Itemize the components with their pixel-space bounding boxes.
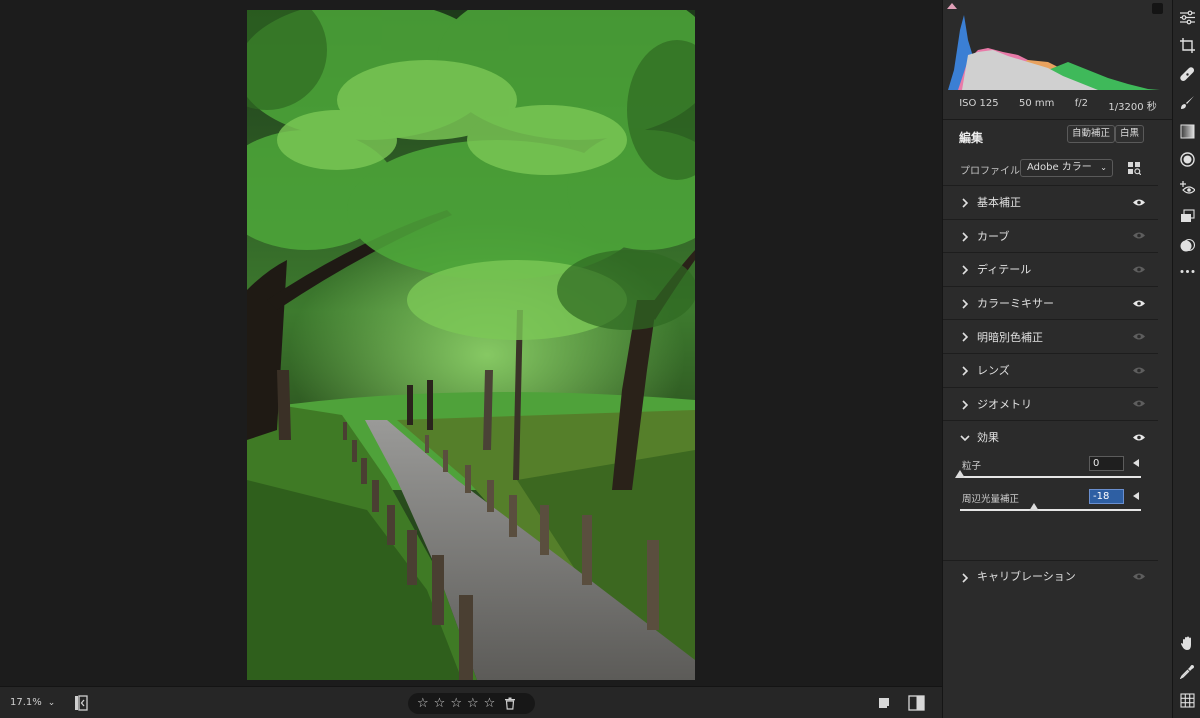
histogram (943, 0, 1173, 96)
vignette-value-field[interactable]: -18 (1089, 488, 1124, 504)
rating-star-2[interactable]: ☆ (434, 697, 446, 710)
hand-icon[interactable] (1180, 636, 1195, 651)
rating-star-5[interactable]: ☆ (484, 697, 496, 710)
chevron-right-icon (962, 265, 969, 275)
chevron-right-icon (962, 366, 969, 376)
section-effects[interactable]: 効果 (943, 420, 1158, 454)
grain-value-field[interactable]: 0 (1089, 455, 1124, 471)
linear-gradient-icon[interactable] (1180, 124, 1195, 139)
shutter-speed-value: 1/3200 秒 (1108, 102, 1157, 113)
auto-button[interactable]: 自動補正 (1067, 125, 1116, 143)
edit-sliders-icon[interactable] (1180, 10, 1195, 25)
section-color-grading[interactable]: 明暗別色補正 (943, 319, 1158, 353)
vignette-slider-track[interactable] (960, 508, 1141, 511)
zoom-level-value: 17.1% (10, 697, 42, 708)
presets-icon[interactable] (1180, 209, 1195, 224)
exif-info: ISO 125 50 mm f/2 1/3200 秒 (943, 98, 1173, 116)
chevron-right-icon (962, 573, 969, 583)
chevron-right-icon (962, 232, 969, 242)
star-rating: ☆ ☆ ☆ ☆ ☆ (408, 693, 535, 714)
visibility-eye-icon[interactable] (1132, 299, 1146, 308)
more-icon[interactable] (1180, 264, 1195, 279)
section-geometry[interactable]: ジオメトリ (943, 386, 1158, 421)
visibility-eye-icon[interactable] (1132, 433, 1146, 442)
section-label: 効果 (977, 431, 999, 445)
section-lens[interactable]: レンズ (943, 352, 1158, 387)
trash-icon[interactable] (504, 697, 516, 710)
zoom-level-dropdown[interactable]: 17.1% ⌄ (10, 697, 55, 708)
red-eye-icon[interactable] (1180, 181, 1195, 196)
section-label: ディテール (977, 263, 1032, 277)
crop-preview-icon[interactable] (879, 698, 890, 709)
grain-slider-thumb[interactable] (955, 469, 965, 478)
divider (943, 119, 1173, 120)
radial-gradient-icon[interactable] (1180, 152, 1195, 167)
grid-icon[interactable] (1180, 693, 1195, 708)
chevron-right-icon (962, 299, 969, 309)
histogram-graph (948, 15, 1160, 90)
brush-icon[interactable] (1180, 95, 1195, 110)
profile-dropdown-value: Adobe カラー (1027, 162, 1092, 173)
black-white-button[interactable]: 白黒 (1115, 125, 1145, 143)
visibility-eye-icon[interactable] (1132, 572, 1146, 581)
edit-panel: ISO 125 50 mm f/2 1/3200 秒 編集 自動補正 白黒 プロ… (942, 0, 1173, 718)
chevron-right-icon (962, 198, 969, 208)
chevron-right-icon (962, 332, 969, 342)
section-label: カラーミキサー (977, 297, 1054, 311)
section-color-mixer[interactable]: カラーミキサー (943, 285, 1158, 320)
profile-browser-icon[interactable] (1128, 162, 1141, 175)
vignette-reset-icon[interactable] (1133, 491, 1139, 500)
visibility-eye-icon[interactable] (1132, 198, 1146, 207)
tool-strip (1172, 0, 1200, 718)
photo-preview[interactable] (247, 10, 695, 680)
chevron-down-icon (960, 435, 970, 442)
bottom-toolbar: 17.1% ⌄ ☆ ☆ ☆ ☆ ☆ (0, 686, 942, 718)
section-basic[interactable]: 基本補正 (943, 185, 1158, 219)
grain-reset-icon[interactable] (1133, 458, 1139, 467)
park-path-photo (247, 10, 695, 680)
filmstrip-toggle-icon[interactable] (74, 695, 90, 711)
rating-star-1[interactable]: ☆ (417, 697, 429, 710)
iso-value: ISO 125 (959, 98, 999, 109)
eyedropper-icon[interactable] (1180, 664, 1195, 679)
chevron-down-icon: ⌄ (47, 698, 56, 708)
visibility-eye-icon[interactable] (1132, 231, 1146, 240)
chevron-down-icon: ⌄ (1100, 163, 1107, 172)
compare-view-icon[interactable] (908, 695, 925, 711)
edit-sections: 基本補正 カーブ ディテール カラーミキサー 明暗別色補正 レンズ ジオメトリ … (943, 185, 1158, 592)
vignette-label: 周辺光量補正 (962, 493, 1020, 505)
chevron-right-icon (962, 399, 969, 410)
versions-icon[interactable] (1180, 238, 1195, 253)
section-detail[interactable]: ディテール (943, 252, 1158, 286)
edit-panel-title: 編集 (959, 131, 984, 145)
visibility-eye-icon[interactable] (1132, 265, 1146, 274)
section-label: キャリブレーション (977, 570, 1076, 584)
crop-icon[interactable] (1180, 38, 1195, 53)
focal-length-value: 50 mm (1019, 98, 1055, 109)
aperture-value: f/2 (1074, 98, 1089, 109)
shadow-clipping-icon[interactable] (947, 3, 957, 9)
rating-star-3[interactable]: ☆ (450, 697, 462, 710)
profile-dropdown[interactable]: Adobe カラー ⌄ (1020, 159, 1113, 177)
section-label: 明暗別色補正 (977, 330, 1043, 344)
visibility-eye-icon[interactable] (1132, 332, 1146, 341)
effects-controls: 粒子 0 周辺光量補正 -18 (943, 454, 1158, 560)
healing-icon[interactable] (1180, 67, 1195, 82)
profile-label: プロファイル (960, 166, 1020, 177)
visibility-eye-icon[interactable] (1132, 366, 1146, 375)
visibility-eye-icon[interactable] (1132, 399, 1146, 408)
section-label: レンズ (977, 364, 1010, 378)
section-curve[interactable]: カーブ (943, 218, 1158, 253)
section-label: ジオメトリ (977, 397, 1032, 411)
section-calibration[interactable]: キャリブレーション (943, 559, 1158, 592)
rating-star-4[interactable]: ☆ (467, 697, 479, 710)
image-canvas[interactable] (0, 0, 942, 686)
grain-slider-track[interactable] (960, 475, 1141, 478)
section-label: 基本補正 (977, 196, 1021, 210)
vignette-slider-thumb[interactable] (1029, 502, 1039, 511)
section-label: カーブ (977, 229, 1010, 243)
